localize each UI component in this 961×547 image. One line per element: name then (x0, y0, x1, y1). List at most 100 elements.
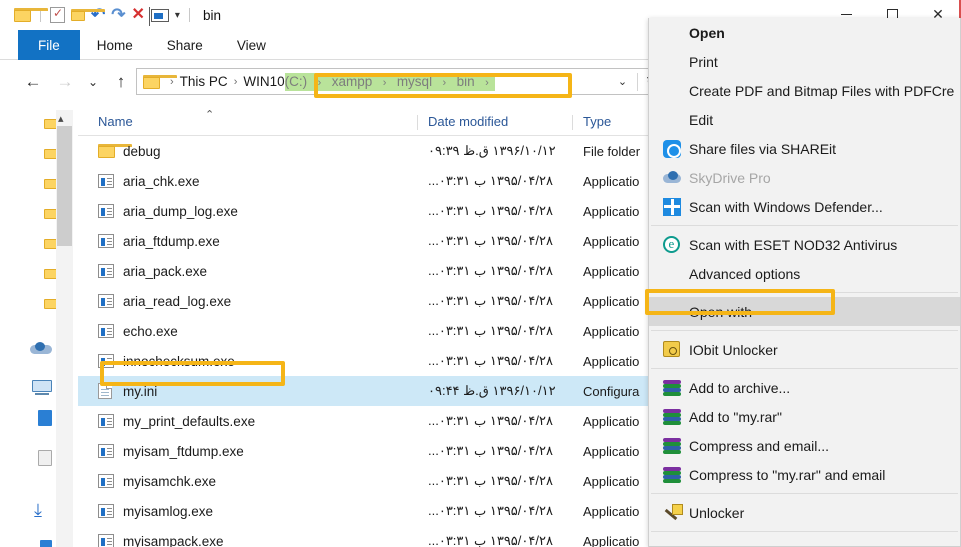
breadcrumb-mysql[interactable]: mysql (397, 74, 432, 89)
window-title: bin (202, 7, 221, 23)
menu-item[interactable]: Print (649, 47, 960, 76)
application-icon (98, 264, 114, 278)
crumb-separator-2: › (317, 76, 322, 89)
file-name: my.ini (123, 383, 158, 399)
up-icon[interactable]: ↑ (110, 71, 132, 93)
menu-item[interactable]: IObit Unlocker (649, 335, 960, 364)
breadcrumb-highlighted-path[interactable]: (C:) › xampp › mysql › bin › (284, 72, 495, 91)
file-name: echo.exe (123, 323, 178, 339)
application-icon (98, 444, 114, 458)
file-date-modified: ۱۳۹۵/۰۴/۲۸ ب ۰۳:۳۱... (428, 533, 553, 547)
breadcrumb-bin[interactable]: bin (457, 74, 475, 89)
column-header-date-modified[interactable]: Date modified (417, 114, 508, 130)
menu-item[interactable]: Advanced options (649, 259, 960, 288)
this-pc-icon[interactable] (32, 380, 52, 396)
breadcrumb-xampp[interactable]: xampp (332, 74, 373, 89)
tab-home[interactable]: Home (80, 30, 150, 60)
scroll-up-icon[interactable]: ▴ (58, 112, 64, 125)
winrar-icon (663, 379, 681, 397)
menu-item[interactable]: Open (649, 18, 960, 47)
address-bar[interactable]: › This PC › WIN10 (C:) › xampp › mysql ›… (136, 68, 666, 95)
file-name: aria_dump_log.exe (123, 203, 238, 219)
iobit-unlocker-icon (663, 340, 681, 359)
drive-icon-1[interactable] (38, 410, 52, 426)
close-button[interactable]: ✕ (915, 0, 961, 21)
menu-separator (651, 330, 958, 331)
back-icon[interactable]: ← (22, 71, 44, 93)
file-date-modified: ۱۳۹۵/۰۴/۲۸ ب ۰۳:۳۱... (428, 443, 553, 458)
application-icon (98, 474, 114, 488)
tab-file[interactable]: File (18, 30, 80, 60)
sidebar-scroll-thumb[interactable] (57, 126, 72, 246)
menu-item[interactable]: Share files via SHAREit (649, 134, 960, 163)
file-name: myisam_ftdump.exe (123, 443, 244, 459)
menu-item[interactable]: Open with (649, 297, 960, 326)
delete-icon[interactable]: ✕ (132, 7, 145, 23)
windows-defender-icon (663, 197, 681, 216)
menu-item[interactable]: Compress and email... (649, 431, 960, 460)
menu-item-label: Unlocker (689, 504, 745, 521)
drive-icon-2[interactable] (38, 450, 52, 466)
forward-icon[interactable]: → (54, 71, 76, 93)
toolbar-divider-2 (188, 8, 190, 22)
column-header-type[interactable]: Type (572, 114, 612, 130)
menu-item[interactable]: Create PDF and Bitmap Files with PDFCre (649, 76, 960, 105)
customize-dropdown-icon[interactable]: ▾ (175, 10, 180, 21)
maximize-button[interactable] (869, 0, 915, 20)
rename-icon[interactable] (148, 6, 169, 26)
menu-item-label: SkyDrive Pro (689, 169, 771, 186)
menu-item[interactable]: Add to "my.rar" (649, 402, 960, 431)
quick-access-toolbar: ↶ ↷ ✕ ▾ bin (14, 4, 221, 26)
menu-item[interactable]: Scan with Windows Defender... (649, 192, 960, 221)
application-icon (98, 294, 114, 308)
file-type: Applicatio (583, 473, 640, 489)
file-date-modified: ۱۳۹۵/۰۴/۲۸ ب ۰۳:۳۱... (428, 233, 553, 248)
properties-icon[interactable] (50, 6, 65, 23)
onedrive-icon[interactable] (30, 340, 52, 355)
menu-item[interactable]: Unlocker (649, 498, 960, 527)
application-icon (98, 204, 114, 218)
network-icon[interactable] (40, 540, 52, 547)
tab-share[interactable]: Share (150, 30, 220, 60)
menu-item[interactable]: Restore previous versions (649, 536, 960, 547)
folder-icon (98, 143, 132, 159)
file-type: Applicatio (583, 503, 640, 519)
menu-item-label: Add to archive... (689, 379, 791, 396)
file-date-modified: ۱۳۹۵/۰۴/۲۸ ب ۰۳:۳۱... (428, 503, 553, 518)
menu-item[interactable]: Add to archive... (649, 373, 960, 402)
sort-ascending-icon: ⌃ (205, 109, 215, 121)
menu-item-label: Advanced options (689, 265, 801, 282)
menu-item-label: Scan with Windows Defender... (689, 198, 883, 215)
application-icon (98, 534, 114, 547)
eset-icon (663, 235, 681, 254)
new-folder-icon[interactable] (71, 9, 105, 21)
menu-separator (651, 531, 958, 532)
chevron-down-icon[interactable]: ⌄ (608, 75, 637, 88)
menu-item-label: Open (689, 24, 725, 41)
menu-item-label: Print (689, 53, 718, 70)
file-date-modified: ۱۳۹۵/۰۴/۲۸ ب ۰۳:۳۱... (428, 293, 553, 308)
address-folder-icon (143, 74, 177, 89)
folder-icon[interactable] (14, 8, 48, 22)
menu-item-label: Edit (689, 111, 714, 128)
file-type: File folder (583, 143, 641, 159)
menu-item[interactable]: Compress to "my.rar" and email (649, 460, 960, 489)
redo-icon[interactable]: ↷ (111, 6, 125, 23)
recent-locations-icon[interactable]: ⌄ (82, 71, 104, 93)
downloads-icon[interactable]: ⤓ (34, 500, 42, 521)
breadcrumb-this-pc[interactable]: This PC (180, 74, 228, 89)
breadcrumb-c-drive[interactable]: (C:) (285, 74, 308, 89)
file-date-modified: ۱۳۹۶/۱۰/۱۲ ق.ظ ۰۹:۳۹ (428, 143, 556, 158)
column-header-type-label: Type (583, 114, 612, 129)
file-name: aria_pack.exe (123, 263, 208, 279)
ribbon-tabs: File Home Share View (18, 30, 283, 60)
breadcrumb-win10[interactable]: WIN10 (243, 74, 284, 89)
crumb-separator-3: › (382, 76, 387, 89)
minimize-button[interactable] (823, 0, 869, 20)
menu-item[interactable]: Edit (649, 105, 960, 134)
tab-view[interactable]: View (220, 30, 283, 60)
menu-item[interactable]: Scan with ESET NOD32 Antivirus (649, 230, 960, 259)
column-header-name[interactable]: Name (98, 114, 133, 129)
file-date-modified: ۱۳۹۵/۰۴/۲۸ ب ۰۳:۳۱... (428, 173, 553, 188)
application-icon (98, 504, 114, 518)
